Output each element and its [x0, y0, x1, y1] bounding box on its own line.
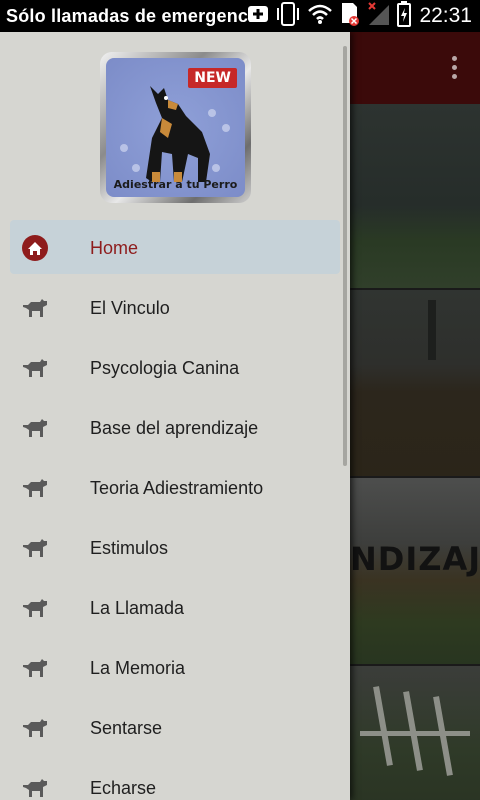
content-card[interactable]: NDIZAJE — [350, 478, 480, 664]
nav-item-estimulos[interactable]: Estimulos — [0, 518, 350, 578]
status-time: 22:31 — [419, 4, 472, 27]
dog-icon — [20, 353, 50, 383]
phone-vibrate-icon — [275, 1, 301, 31]
usb-icon — [247, 3, 269, 30]
home-icon — [20, 233, 50, 263]
dog-icon — [20, 773, 50, 800]
overflow-menu-icon[interactable] — [452, 56, 458, 83]
nav-item-label: Sentarse — [90, 717, 163, 738]
no-signal-icon — [367, 1, 391, 32]
status-bar: Sólo llamadas de emergencia 22:31 — [0, 0, 480, 32]
nav-item-psycologia-canina[interactable]: Psycologia Canina — [0, 338, 350, 398]
sim-error-icon — [339, 1, 361, 32]
nav-item-el-vinculo[interactable]: El Vinculo — [0, 278, 350, 338]
card-title: NDIZAJE — [350, 540, 480, 578]
status-icons: 22:31 — [247, 0, 472, 32]
nav-item-label: Teoria Adiestramiento — [90, 477, 264, 498]
dog-icon — [20, 413, 50, 443]
nav-item-home[interactable]: Home — [0, 218, 350, 278]
nav-item-base-del-aprendizaje[interactable]: Base del aprendizaje — [0, 398, 350, 458]
nav-list: Home El Vinculo Psycologia Canina Base d… — [0, 218, 350, 800]
dog-icon — [20, 593, 50, 623]
wifi-icon — [307, 3, 333, 30]
dog-icon — [20, 653, 50, 683]
dog-icon — [20, 533, 50, 563]
nav-item-sentarse[interactable]: Sentarse — [0, 698, 350, 758]
new-badge: NEW — [188, 68, 237, 88]
nav-item-label: Estimulos — [90, 537, 169, 558]
logo-image: NEW Adiestrar a tu Perro — [106, 58, 245, 197]
fence-decoration — [373, 686, 393, 766]
nav-item-label: La Llamada — [90, 597, 185, 618]
background-app: NDIZAJE — [350, 32, 480, 800]
nav-item-label: Home — [90, 237, 139, 258]
nav-item-label: Echarse — [90, 777, 157, 798]
nav-item-label: El Vinculo — [90, 297, 170, 318]
logo-caption: Adiestrar a tu Perro — [113, 178, 238, 191]
content-card[interactable] — [350, 666, 480, 800]
nav-item-label: Psycologia Canina — [90, 357, 240, 378]
app-toolbar — [350, 32, 480, 104]
dog-icon — [20, 293, 50, 323]
dog-icon — [20, 713, 50, 743]
nav-item-echarse[interactable]: Echarse — [0, 758, 350, 800]
battery-charging-icon — [397, 0, 412, 32]
content-card[interactable] — [350, 104, 480, 288]
nav-item-la-memoria[interactable]: La Memoria — [0, 638, 350, 698]
tree-decoration — [428, 300, 436, 360]
status-text: Sólo llamadas de emergencia — [6, 5, 264, 26]
dog-icon — [20, 473, 50, 503]
app-logo: NEW Adiestrar a tu Perro — [100, 52, 251, 203]
nav-item-la-llamada[interactable]: La Llamada — [0, 578, 350, 638]
nav-item-label: Base del aprendizaje — [90, 417, 259, 438]
nav-item-label: La Memoria — [90, 657, 186, 678]
fence-decoration — [433, 696, 453, 776]
content-card[interactable] — [350, 290, 480, 476]
fence-decoration — [360, 731, 470, 736]
nav-item-teoria-adiestramiento[interactable]: Teoria Adiestramiento — [0, 458, 350, 518]
navigation-drawer[interactable]: NEW Adiestrar a tu Perro Home El Vinculo… — [0, 32, 350, 800]
